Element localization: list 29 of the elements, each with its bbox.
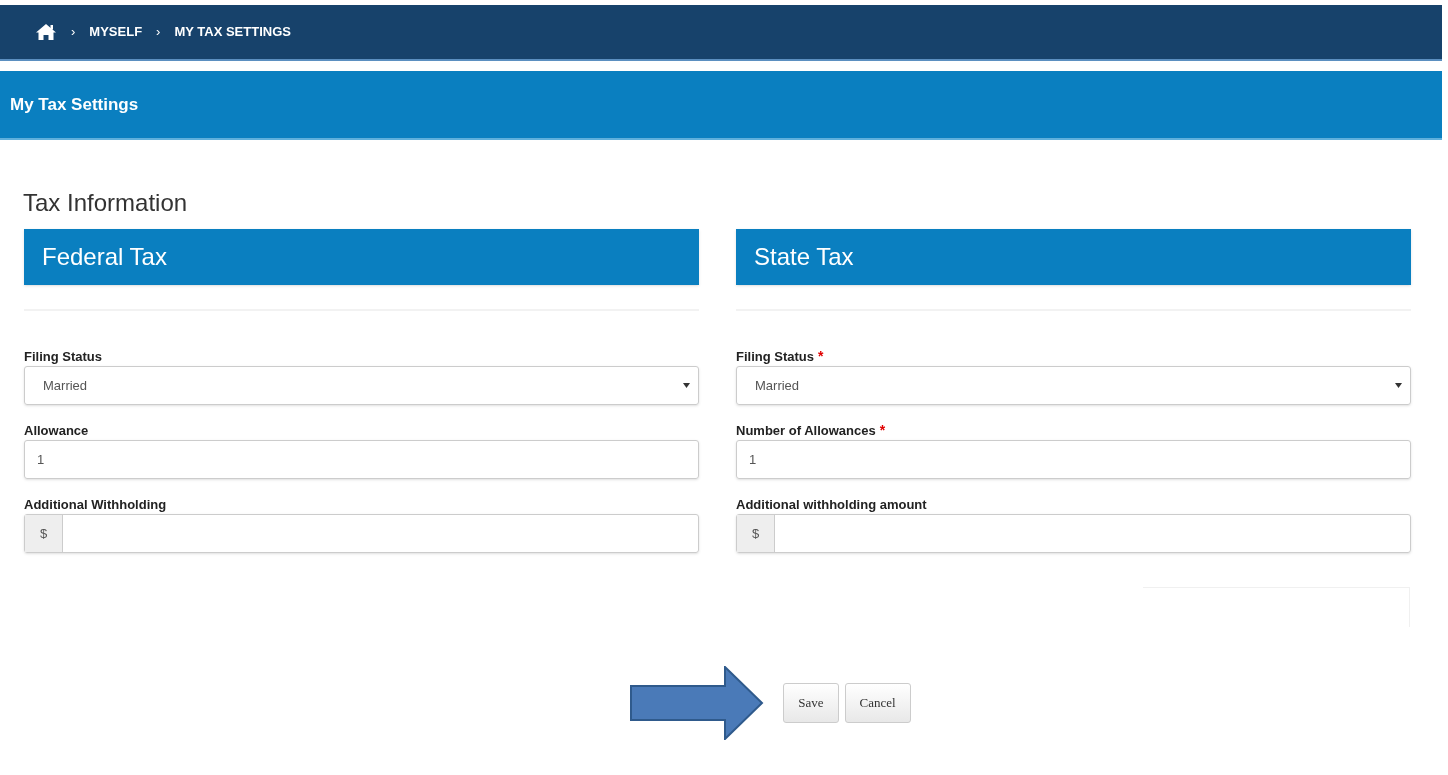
field-label: Number of Allowances xyxy=(736,421,876,440)
action-button[interactable]: Cancel xyxy=(844,683,911,723)
field-label: Additional Withholding xyxy=(24,495,167,514)
dropdown[interactable]: Married xyxy=(24,366,699,405)
breadcrumb-separator: › xyxy=(71,23,76,42)
currency-addon: $ xyxy=(737,515,775,552)
input-field[interactable]: $ xyxy=(736,514,1411,553)
field-label: Allowance xyxy=(24,421,89,440)
required-mark: * xyxy=(818,347,824,366)
input-field[interactable]: $ xyxy=(24,514,699,553)
required-mark: * xyxy=(879,421,886,440)
caret-icon xyxy=(1395,383,1402,388)
panel-header: State Tax xyxy=(736,229,1411,285)
section-title: Tax Information xyxy=(23,189,188,216)
dropdown[interactable]: Married xyxy=(736,366,1411,405)
field-label: Filing Status xyxy=(24,347,102,366)
breadcrumb-separator: › xyxy=(156,23,161,42)
action-button[interactable]: Save xyxy=(783,683,839,723)
panel-header: Federal Tax xyxy=(24,229,699,285)
field-label: Additional withholding amount xyxy=(736,495,927,514)
field-label: Filing Status xyxy=(736,347,814,366)
input-field[interactable]: 1 xyxy=(736,440,1411,479)
input-field[interactable]: 1 xyxy=(24,440,699,479)
caret-icon xyxy=(683,383,690,388)
page-title: My Tax Settings xyxy=(10,93,139,116)
currency-addon: $ xyxy=(25,515,63,552)
home-icon[interactable] xyxy=(35,23,57,41)
breadcrumb-link[interactable]: MYSELF xyxy=(89,22,143,42)
breadcrumb-link[interactable]: MY TAX SETTINGS xyxy=(174,22,291,42)
